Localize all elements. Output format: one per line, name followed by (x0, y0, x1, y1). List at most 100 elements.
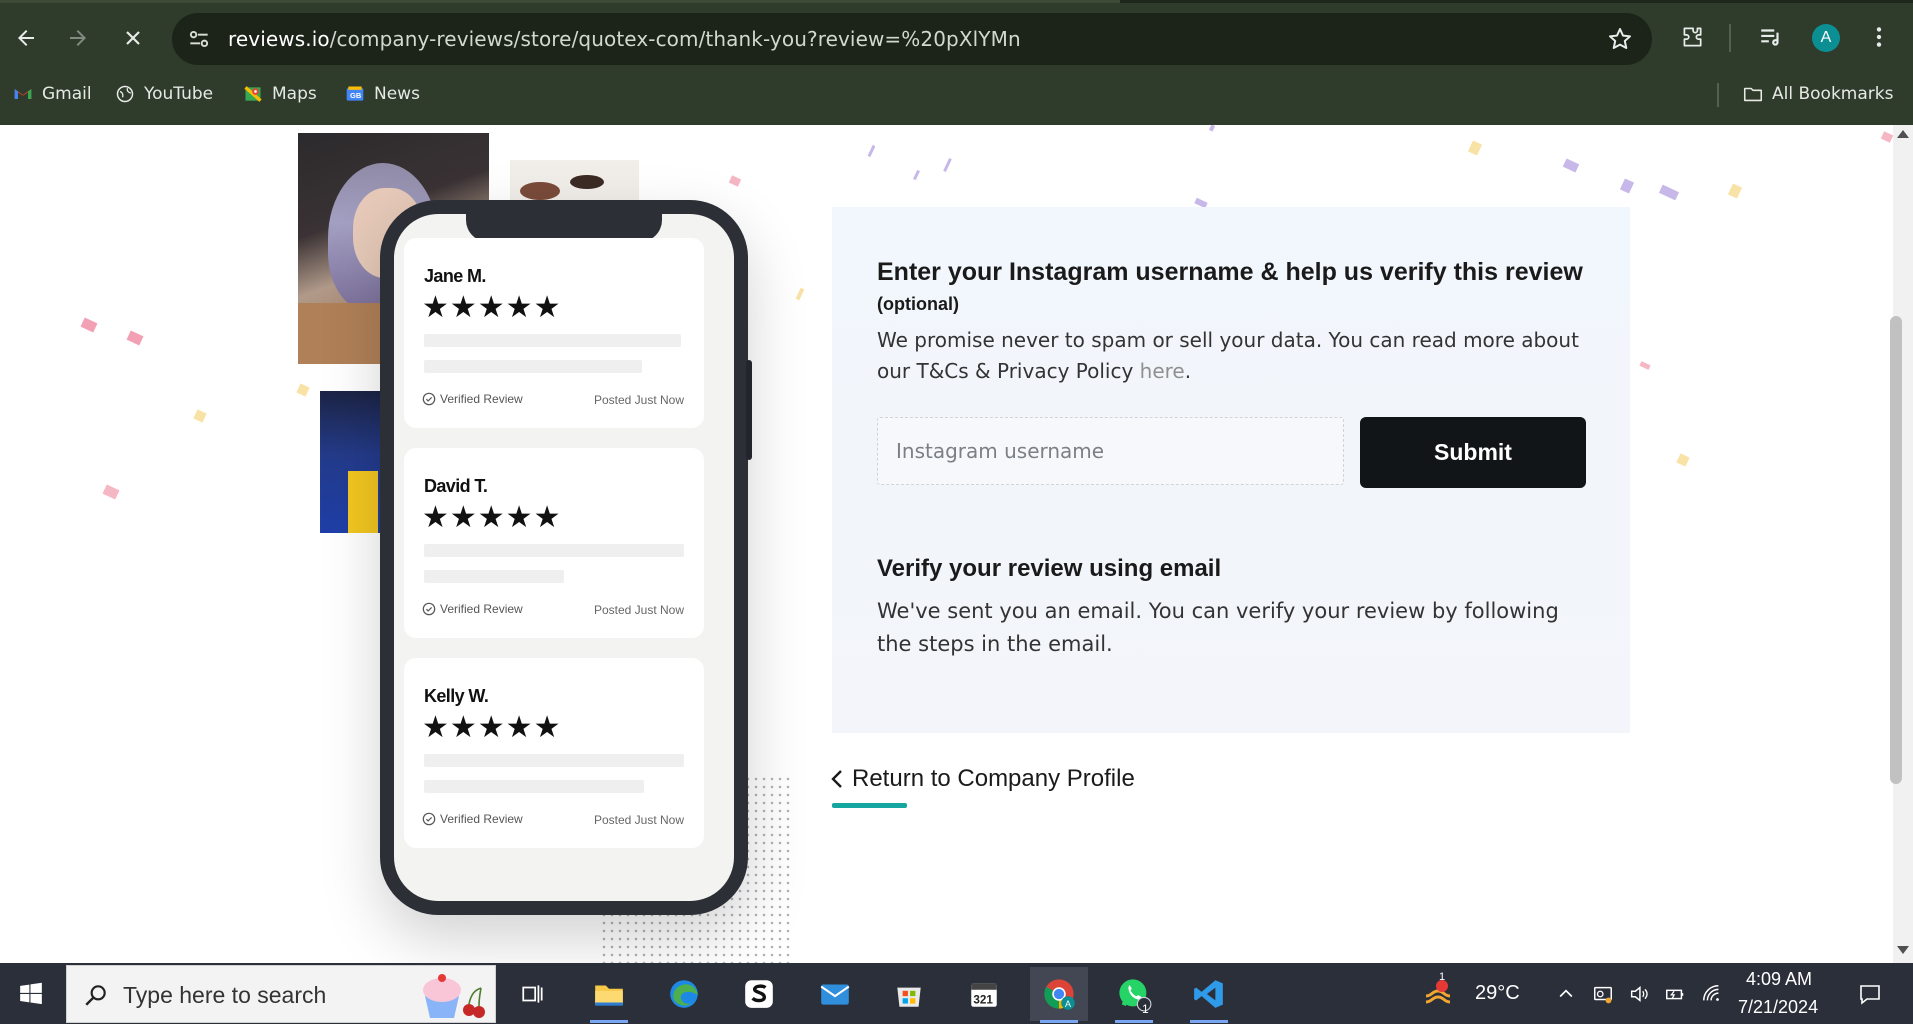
taskbar-calendar-app[interactable]: 321 (955, 967, 1013, 1021)
media-control-button[interactable] (1754, 20, 1788, 54)
posted-label: Posted Just Now (593, 393, 684, 407)
speaker-icon (1630, 986, 1648, 1002)
edge-icon (670, 980, 698, 1008)
text-placeholder-bar (424, 544, 684, 557)
notifications-button[interactable] (1850, 967, 1890, 1021)
taskbar-whatsapp[interactable]: 1 (1105, 967, 1163, 1023)
verified-badge: Verified Review (422, 812, 523, 826)
all-bookmarks-label: All Bookmarks (1772, 84, 1894, 104)
bookmark-youtube[interactable]: YouTube (114, 82, 213, 106)
device-icon (1594, 986, 1612, 1004)
return-to-profile-link[interactable]: Return to Company Profile (830, 765, 1135, 793)
weather-temperature: 29°C (1475, 982, 1520, 1004)
verify-review-panel: Enter your Instagram username & help us … (832, 207, 1630, 733)
close-icon (126, 31, 140, 45)
battery-button[interactable] (1660, 967, 1690, 1021)
url-text[interactable]: reviews.io/company-reviews/store/quotex-… (228, 27, 1021, 51)
email-verify-text: We've sent you an email. You can verify … (877, 599, 1559, 656)
taskbar-vscode[interactable] (1180, 967, 1238, 1023)
taskbar-chrome[interactable]: A (1030, 967, 1088, 1023)
volume-button[interactable] (1624, 967, 1654, 1021)
taskbar-edge[interactable] (655, 967, 713, 1021)
task-view-button[interactable] (504, 967, 562, 1021)
search-placeholder: Type here to search (123, 982, 327, 1008)
return-link-label: Return to Company Profile (852, 765, 1135, 792)
bookmark-news[interactable]: GB News (344, 82, 420, 106)
taskbar-mail[interactable] (806, 967, 864, 1021)
privacy-end: . (1184, 359, 1192, 383)
check-circle-icon (422, 392, 436, 406)
back-button[interactable] (6, 18, 46, 58)
all-bookmarks-button[interactable]: All Bookmarks (1742, 82, 1893, 106)
confetti-piece (1880, 131, 1893, 143)
network-button[interactable] (1697, 967, 1727, 1021)
taskbar-search[interactable]: Type here to search (66, 965, 496, 1023)
address-bar[interactable]: reviews.io/company-reviews/store/quotex-… (172, 13, 1652, 65)
verified-badge: Verified Review (422, 602, 523, 616)
confetti-piece (1727, 183, 1743, 199)
news-icon: GB (344, 83, 366, 105)
bookmark-gmail[interactable]: Gmail (12, 82, 92, 106)
meet-now-button[interactable] (1588, 967, 1618, 1021)
verified-label: Verified Review (440, 602, 523, 616)
submit-button[interactable]: Submit (1360, 417, 1586, 488)
whatsapp-badge: 1 (1142, 1002, 1149, 1016)
posted-label: Posted Just Now (593, 813, 684, 827)
taskbar-store[interactable] (880, 967, 938, 1021)
confetti-piece (193, 409, 207, 423)
bookmarks-divider (1717, 83, 1719, 107)
taskbar-file-explorer[interactable] (580, 967, 638, 1023)
check-circle-icon (422, 812, 436, 826)
weather-widget[interactable]: 1 (1416, 967, 1456, 1021)
start-button[interactable] (0, 963, 62, 1024)
notification-icon (1860, 985, 1880, 1005)
url-host: reviews.io (228, 27, 330, 51)
scroll-up-arrow[interactable] (1897, 130, 1909, 138)
profile-avatar[interactable]: A (1812, 24, 1840, 52)
reviewer-name: Kelly W. (424, 686, 489, 706)
scrollbar-thumb[interactable] (1890, 316, 1902, 784)
folder-icon (1742, 83, 1764, 105)
bookmark-star-icon[interactable] (1606, 25, 1634, 53)
extensions-button[interactable] (1675, 20, 1709, 54)
vscode-icon (1194, 980, 1223, 1008)
verified-label: Verified Review (440, 812, 523, 826)
confetti-piece (102, 484, 120, 500)
forward-button[interactable] (58, 18, 98, 58)
scroll-down-arrow[interactable] (1897, 946, 1909, 954)
instagram-username-input[interactable] (877, 417, 1344, 485)
collage-photo-jacket (320, 391, 384, 533)
s-app-icon (745, 980, 773, 1008)
text-placeholder-bar (424, 780, 644, 793)
weather-hot-icon (1425, 980, 1451, 1004)
bookmarks-bar: Gmail YouTube Maps GB News (0, 76, 1913, 112)
phone-mockup: Jane M. ★★★★★ Verified Review Posted Jus… (380, 200, 748, 915)
confetti-piece (1676, 453, 1690, 467)
svg-text:321: 321 (973, 994, 993, 1007)
bookmark-label: Gmail (42, 84, 92, 104)
show-hidden-icons-button[interactable] (1552, 967, 1580, 1021)
confetti-piece (795, 287, 805, 301)
text-placeholder-bar (424, 754, 684, 767)
bookmark-maps[interactable]: Maps (242, 82, 317, 106)
chrome-icon: A (1044, 979, 1075, 1010)
toolbar-divider (1729, 24, 1731, 52)
url-path: /company-reviews/store/quotex-com/thank-… (329, 27, 1021, 51)
clock-time[interactable]: 4:09 AM (1746, 969, 1812, 990)
browser-menu-button[interactable] (1862, 20, 1896, 54)
reviewer-name: Jane M. (424, 266, 486, 286)
taskbar-app-s[interactable] (730, 967, 788, 1021)
stop-loading-button[interactable] (113, 18, 153, 58)
confetti-piece (1639, 361, 1651, 370)
cupcake-icon (423, 974, 485, 1018)
privacy-here-link[interactable]: here (1140, 359, 1185, 383)
optional-label: (optional) (877, 294, 959, 314)
site-settings-icon[interactable] (186, 26, 212, 52)
confetti-piece (296, 383, 310, 397)
instagram-heading: Enter your Instagram username & help us … (877, 258, 1583, 286)
star-rating: ★★★★★ (422, 290, 562, 325)
store-icon (897, 987, 921, 1007)
confetti-piece (1658, 184, 1680, 201)
clock-date[interactable]: 7/21/2024 (1738, 997, 1818, 1018)
windows-logo-icon (20, 982, 42, 1004)
